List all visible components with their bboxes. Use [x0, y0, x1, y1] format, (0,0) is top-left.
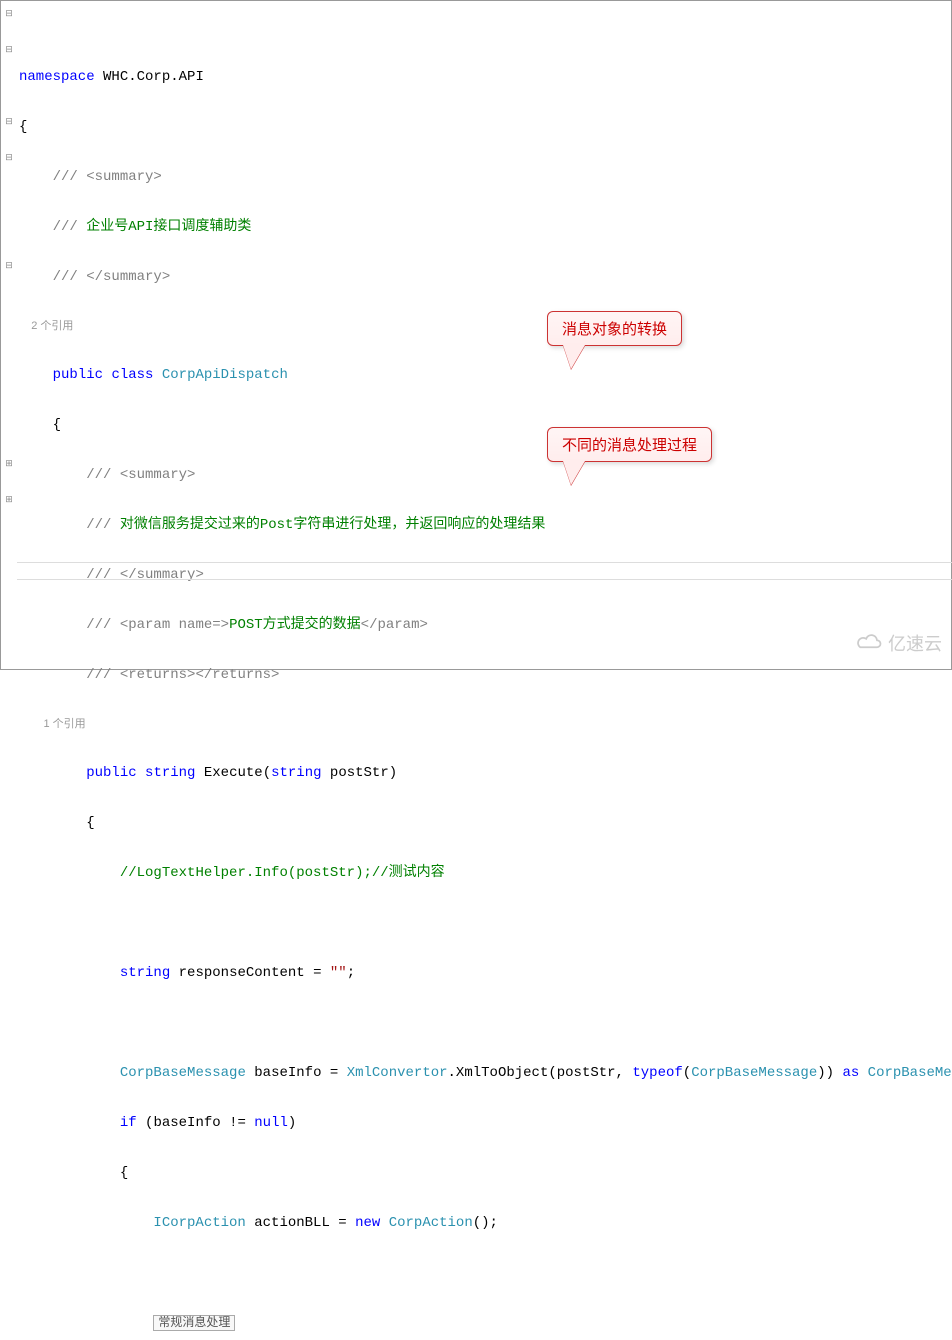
commented-code: //LogTextHelper.Info(postStr);//测试内容 — [120, 865, 445, 881]
var-name: responseContent — [179, 965, 305, 981]
fold-toggle-summary[interactable]: ⊟ — [1, 40, 17, 58]
keyword-public: public — [86, 765, 136, 781]
fold-toggle-region1[interactable]: ⊞ — [1, 454, 17, 472]
fold-toggle-region2[interactable]: ⊞ — [1, 490, 17, 508]
watermark: 亿速云 — [856, 630, 942, 656]
method-name: Execute — [204, 765, 263, 781]
keyword-new: new — [355, 1215, 380, 1231]
var-name: baseInfo — [153, 1115, 220, 1131]
type-name: CorpBaseMessage — [691, 1065, 817, 1081]
xml-doc: /// </summary> — [53, 269, 171, 285]
callout-tail-icon — [563, 461, 585, 485]
annotation-callout-1: 消息对象的转换 — [547, 311, 682, 346]
fold-toggle-namespace[interactable]: ⊟ — [1, 4, 17, 22]
cloud-icon — [856, 633, 884, 653]
annotation-callout-2: 不同的消息处理过程 — [547, 427, 712, 462]
method-doc-text: 对微信服务提交过来的Post字符串进行处理，并返回响应的处理结果 — [120, 517, 546, 533]
method-call: .XmlToObject(postStr, — [448, 1065, 633, 1081]
code-editor: ⊟ ⊟ ⊟ ⊟ ⊟ ⊞ ⊞ names — [0, 0, 952, 670]
string-literal: "" — [330, 965, 347, 981]
keyword-class: class — [111, 367, 153, 383]
type-name: XmlConvertor — [347, 1065, 448, 1081]
class-name: CorpApiDispatch — [162, 367, 288, 383]
brace-open: { — [19, 118, 952, 136]
xml-doc-param: /// <param name=> — [86, 617, 229, 633]
xml-doc-returns: /// <returns></returns> — [86, 667, 279, 683]
folding-gutter: ⊟ ⊟ ⊟ ⊟ ⊟ ⊞ ⊞ — [1, 1, 17, 669]
var-name: actionBLL — [254, 1215, 330, 1231]
type-name: CorpBaseMessage — [868, 1065, 952, 1081]
keyword-string: string — [145, 765, 195, 781]
param-doc-text: POST方式提交的数据 — [229, 617, 361, 633]
brace-open: { — [86, 815, 94, 831]
callout-tail-icon — [563, 345, 585, 369]
operator: != — [221, 1115, 255, 1131]
param-name: postStr — [330, 765, 389, 781]
keyword-typeof: typeof — [632, 1065, 682, 1081]
namespace-name: WHC.Corp.API — [95, 69, 204, 85]
codelens-reference[interactable]: 2 个引用 — [31, 320, 73, 332]
collapsed-region-1[interactable]: 常规消息处理 — [153, 1315, 235, 1331]
watermark-text: 亿速云 — [888, 630, 942, 656]
xml-doc: /// </summary> — [86, 567, 204, 583]
semicolon: ; — [490, 1215, 498, 1231]
fold-toggle-method[interactable]: ⊟ — [1, 256, 17, 274]
keyword-null: null — [254, 1115, 288, 1131]
keyword-namespace: namespace — [19, 69, 95, 85]
keyword-if: if — [120, 1115, 137, 1131]
codelens-reference[interactable]: 1 个引用 — [43, 718, 85, 730]
xml-doc-param-close: </param> — [361, 617, 428, 633]
keyword-public: public — [53, 367, 103, 383]
class-doc-text: 企业号API接口调度辅助类 — [86, 219, 251, 235]
xml-doc: /// <summary> — [53, 169, 162, 185]
keyword-string: string — [271, 765, 321, 781]
xml-doc: /// — [53, 219, 87, 235]
fold-toggle-class[interactable]: ⊟ — [1, 112, 17, 130]
xml-doc: /// — [86, 517, 120, 533]
brace-open: { — [53, 417, 61, 433]
brace-open: { — [120, 1165, 128, 1181]
code-text-area[interactable]: namespace WHC.Corp.API { /// <summary> /… — [17, 1, 952, 669]
var-name: baseInfo — [254, 1065, 321, 1081]
type-name: CorpBaseMessage — [120, 1065, 246, 1081]
type-name: CorpAction — [389, 1215, 473, 1231]
semicolon: ; — [347, 965, 355, 981]
type-name: ICorpAction — [153, 1215, 245, 1231]
keyword-string: string — [120, 965, 170, 981]
fold-toggle-method-doc[interactable]: ⊟ — [1, 148, 17, 166]
xml-doc: /// <summary> — [86, 467, 195, 483]
keyword-as: as — [842, 1065, 859, 1081]
